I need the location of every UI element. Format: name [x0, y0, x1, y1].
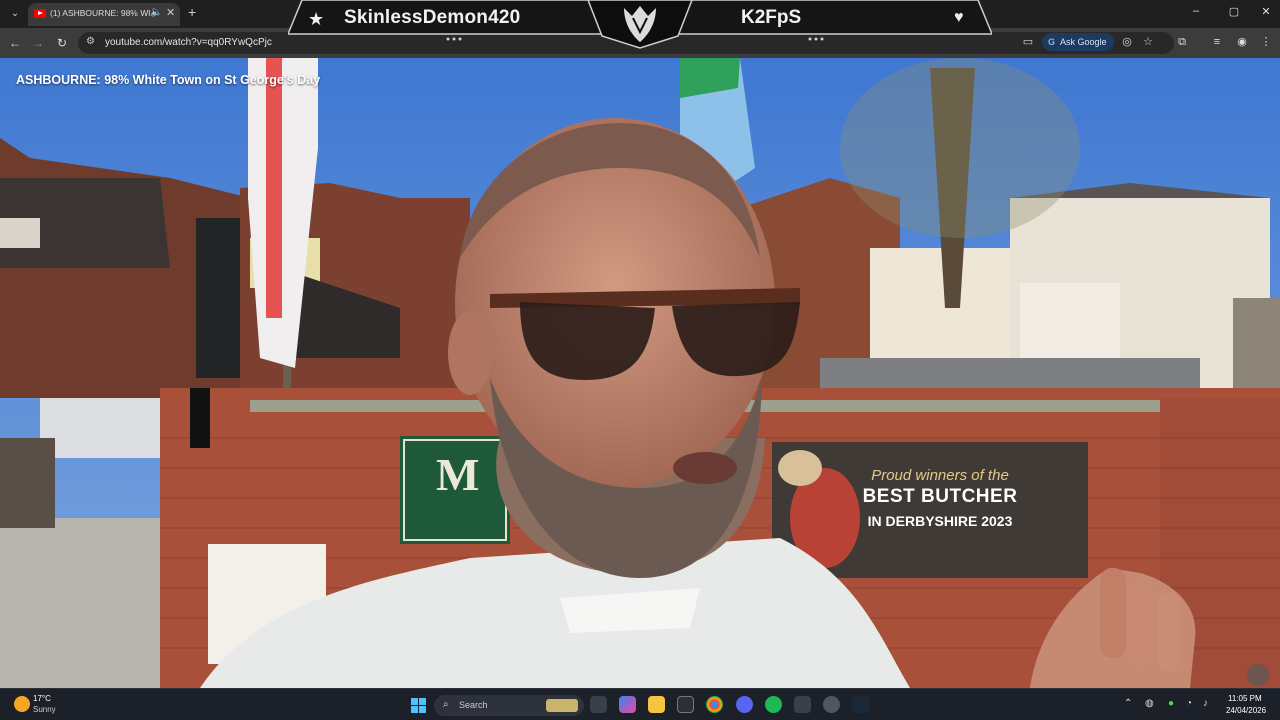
- tray-chevron-icon[interactable]: ⌃: [1124, 698, 1132, 709]
- reload-button[interactable]: ↻: [53, 34, 71, 52]
- search-highlight-image: [546, 699, 578, 712]
- close-window-button[interactable]: ✕: [1256, 5, 1276, 18]
- video-player[interactable]: ASHBOURNE: 98% White Town on St George's…: [0, 58, 1280, 688]
- network-icon[interactable]: ◔: [1186, 698, 1192, 709]
- obs-icon[interactable]: [823, 696, 840, 713]
- video-title-overlay[interactable]: ASHBOURNE: 98% White Town on St George's…: [16, 73, 320, 87]
- tab-close-button[interactable]: ✕: [166, 6, 175, 19]
- bookmark-star-icon[interactable]: ☆: [1140, 34, 1156, 50]
- clock-time[interactable]: 11:05 PM: [1228, 694, 1262, 703]
- windows-taskbar: 17°C Sunny ⌕ Search ⌃ ◍ ● ◔ ♪ 11:05 PM 2…: [0, 688, 1280, 720]
- weather-sun-icon[interactable]: [14, 696, 30, 712]
- extensions-icon[interactable]: ⧉: [1174, 34, 1190, 50]
- weather-condition[interactable]: Sunny: [33, 705, 56, 714]
- url-text: youtube.com/watch?v=qq0RYwQcPjc: [105, 37, 272, 48]
- volume-icon[interactable]: ♪: [1203, 698, 1208, 709]
- stream-overlay-banner: ★ SkinlessDemon420 K2FpS ♥: [288, 0, 992, 49]
- taskbar-search[interactable]: ⌕ Search: [434, 695, 584, 716]
- task-view-icon[interactable]: [590, 696, 607, 713]
- screen: ⌄ (1) ASHBOURNE: 98% White T 🔈 ✕ + – ▢ ✕…: [0, 0, 1280, 720]
- banner-line-2: BEST BUTCHER: [862, 486, 1018, 507]
- xbox-icon[interactable]: [794, 696, 811, 713]
- clock-date[interactable]: 24/04/2026: [1226, 706, 1266, 715]
- discord-icon[interactable]: [736, 696, 753, 713]
- video-frame: [0, 58, 1280, 688]
- store-icon[interactable]: [677, 696, 694, 713]
- shop-sign-letter: M: [436, 449, 480, 500]
- microphone-icon[interactable]: ●: [1168, 698, 1174, 709]
- search-label: Search: [459, 700, 488, 710]
- minimize-button[interactable]: –: [1186, 5, 1206, 17]
- google-lens-icon: G: [1048, 37, 1056, 47]
- start-button[interactable]: [411, 698, 426, 713]
- banner-line-3: IN DERBYSHIRE 2023: [867, 513, 1013, 529]
- banner-right-name: K2FpS: [741, 7, 802, 28]
- site-info-icon[interactable]: ⚙: [86, 36, 95, 47]
- search-icon: ⌕: [443, 699, 449, 710]
- youtube-favicon-icon: [34, 9, 46, 18]
- tray-app-icon[interactable]: ◍: [1145, 698, 1154, 709]
- maximize-button[interactable]: ▢: [1224, 5, 1244, 18]
- speaker-icon[interactable]: 🔈: [150, 7, 162, 18]
- steam-icon[interactable]: [852, 696, 869, 713]
- back-button[interactable]: ←: [6, 34, 24, 52]
- star-icon: ★: [308, 9, 325, 29]
- heart-icon: ♥: [954, 9, 964, 26]
- chrome-icon[interactable]: [706, 696, 723, 713]
- cast-icon[interactable]: ▭: [1020, 34, 1036, 50]
- copilot-icon[interactable]: [619, 696, 636, 713]
- ask-google-button[interactable]: G Ask Google: [1042, 33, 1114, 51]
- menu-kebab-icon[interactable]: ⋮: [1258, 34, 1274, 50]
- active-tab[interactable]: (1) ASHBOURNE: 98% White T 🔈 ✕: [28, 3, 180, 26]
- banner-left-name: SkinlessDemon420: [344, 7, 521, 28]
- forward-button[interactable]: →: [29, 34, 47, 52]
- banner-line-1: Proud winners of the: [871, 467, 1009, 484]
- profile-avatar[interactable]: ◉: [1234, 34, 1250, 50]
- reading-list-icon[interactable]: ≡: [1209, 34, 1225, 50]
- file-explorer-icon[interactable]: [648, 696, 665, 713]
- weather-temp[interactable]: 17°C: [33, 694, 51, 703]
- tab-search-button[interactable]: ⌄: [6, 5, 24, 23]
- spotify-icon[interactable]: [765, 696, 782, 713]
- tab-title: (1) ASHBOURNE: 98% White T: [50, 8, 150, 18]
- eye-off-icon[interactable]: ◎: [1119, 34, 1135, 50]
- new-tab-button[interactable]: +: [188, 4, 196, 20]
- ask-google-label: Ask Google: [1060, 37, 1107, 47]
